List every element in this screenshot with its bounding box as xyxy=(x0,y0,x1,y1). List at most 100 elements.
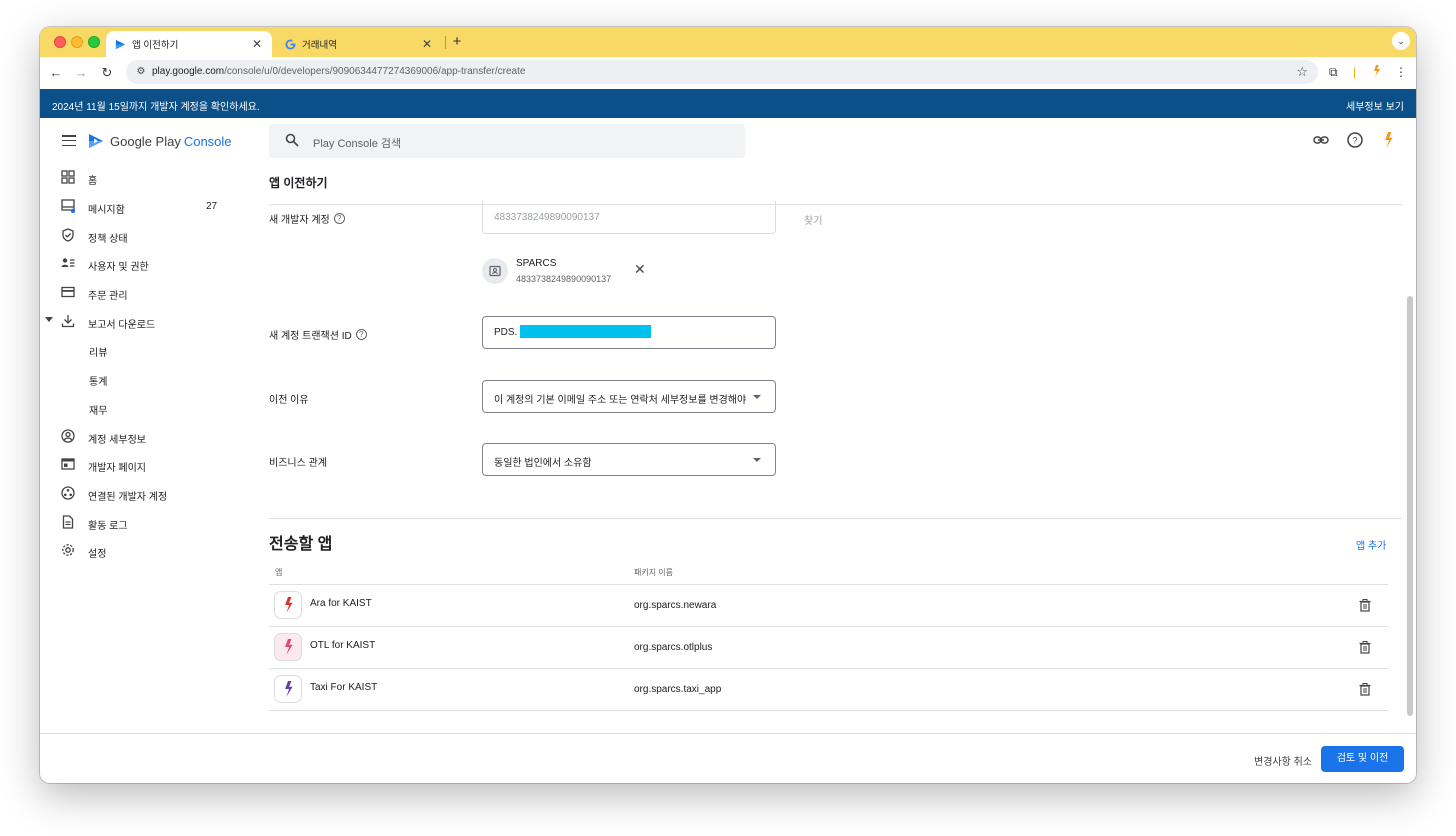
sidebar-item-inbox[interactable]: 메시지함 27 xyxy=(40,193,250,219)
close-tab-icon[interactable]: ✕ xyxy=(420,37,434,51)
avatar[interactable] xyxy=(1378,130,1398,150)
search-placeholder: Play Console 검색 xyxy=(313,138,402,150)
business-relation-select[interactable]: 동일한 법인에서 소유함 xyxy=(482,443,776,476)
web-page-icon xyxy=(61,458,75,470)
inbox-icon xyxy=(61,199,75,213)
review-transfer-button[interactable]: 검토 및 이전 xyxy=(1321,746,1404,772)
sidebar-subitem-finance[interactable]: 재무 xyxy=(89,402,107,417)
sidebar-item-label: 정책 상태 xyxy=(88,234,128,245)
hamburger-menu-icon[interactable] xyxy=(62,135,76,147)
app-name: Ara for KAIST xyxy=(310,598,372,609)
transfer-reason-label: 이전 이유 xyxy=(269,395,309,406)
new-dev-account-label: 새 개발자 계정? xyxy=(269,211,345,226)
help-circle-icon[interactable]: ? xyxy=(355,329,367,340)
find-button[interactable]: 찾기 xyxy=(804,212,822,227)
new-dev-account-field[interactable]: 4833738249890090137 xyxy=(482,201,776,234)
sidebar-item-users[interactable]: 사용자 및 권한 xyxy=(40,250,250,276)
inbox-count: 27 xyxy=(206,201,218,212)
sidebar-item-label: 연결된 개발자 계정 xyxy=(88,492,168,503)
sidebar-item-label: 사용자 및 권한 xyxy=(88,262,149,273)
sidebar-item-reports[interactable]: 보고서 다운로드 xyxy=(40,308,250,334)
link-icon[interactable] xyxy=(1312,131,1330,149)
address-bar[interactable]: ⚙ play.google.com/console/u/0/developers… xyxy=(126,60,1318,84)
extension-sparcs-icon[interactable] xyxy=(1370,65,1382,80)
section-divider xyxy=(269,518,1402,519)
app-name: OTL for KAIST xyxy=(310,640,376,651)
transfer-reason-select[interactable]: 이 계정의 기본 이메일 주소 또는 연락처 세부정보를 변경해야 ... xyxy=(482,380,776,413)
reload-icon[interactable]: ↻ xyxy=(99,65,115,81)
sidebar-item-label: 개발자 페이지 xyxy=(88,463,146,474)
help-icon[interactable]: ? xyxy=(1346,131,1364,149)
site-info-icon[interactable]: ⚙ xyxy=(134,65,148,79)
close-window-button[interactable] xyxy=(54,36,66,48)
new-tab-button[interactable]: + xyxy=(450,32,464,52)
add-app-button[interactable]: 앱 추가 xyxy=(1356,537,1386,552)
expand-caret-icon[interactable] xyxy=(45,317,53,322)
play-console-logo[interactable]: Google Play Console xyxy=(87,131,232,151)
sidebar-item-settings[interactable]: 설정 xyxy=(40,537,250,563)
delete-icon[interactable] xyxy=(1359,641,1371,654)
redaction-block xyxy=(520,325,651,338)
play-console-icon xyxy=(114,38,126,50)
google-g-icon xyxy=(284,38,296,50)
close-tab-icon[interactable]: ✕ xyxy=(250,37,264,51)
profile-divider: | xyxy=(1353,65,1357,79)
extensions-icon[interactable]: ⧉ xyxy=(1329,65,1338,80)
tab-transactions[interactable]: 거래내역 ✕ xyxy=(276,31,442,57)
table-row: Taxi For KAIST org.sparcs.taxi_app xyxy=(269,669,1388,711)
ara-app-icon xyxy=(275,592,301,618)
minimize-window-button[interactable] xyxy=(71,36,83,48)
forward-icon[interactable]: → xyxy=(73,65,89,81)
sidebar-item-label: 설정 xyxy=(88,549,107,560)
help-circle-icon[interactable]: ? xyxy=(333,213,345,224)
sidebar-item-orders[interactable]: 주문 관리 xyxy=(40,279,250,305)
banner-details-link[interactable]: 세부정보 보기 xyxy=(1346,98,1404,113)
url-text: play.google.com/console/u/0/developers/9… xyxy=(152,66,526,77)
sidebar-subitem-stats[interactable]: 통계 xyxy=(89,373,107,388)
search-icon xyxy=(285,133,299,147)
package-name: org.sparcs.newara xyxy=(634,600,717,611)
browser-toolbar: ← → ↻ ⚙ play.google.com/console/u/0/deve… xyxy=(40,57,1416,89)
tab-separator xyxy=(445,36,446,49)
apps-section-title: 전송할 앱 xyxy=(269,536,333,553)
sidebar-item-account-details[interactable]: 계정 세부정보 xyxy=(40,423,250,449)
scrollbar[interactable] xyxy=(1407,296,1413,716)
column-header-package: 패키지 이름 xyxy=(634,568,674,577)
tab-app-transfer[interactable]: 앱 이전하기 ✕ xyxy=(106,31,272,57)
remove-account-icon[interactable]: ✕ xyxy=(634,262,646,276)
browser-menu-icon[interactable]: ⋮ xyxy=(1395,65,1407,79)
sidebar-item-activity-log[interactable]: 활동 로그 xyxy=(40,509,250,535)
footer-bar xyxy=(40,733,1416,783)
transaction-id-input[interactable]: PDS. xyxy=(482,316,776,349)
sidebar-item-home[interactable]: 홈 xyxy=(40,164,250,190)
sidebar-item-label: 주문 관리 xyxy=(88,291,128,302)
chip-account-name: SPARCS xyxy=(516,258,557,269)
svg-text:?: ? xyxy=(1352,136,1357,146)
tab-title: 앱 이전하기 xyxy=(132,40,179,51)
search-box[interactable]: Play Console 검색 xyxy=(269,124,745,158)
document-icon xyxy=(62,515,74,529)
back-icon[interactable]: ← xyxy=(48,65,64,81)
sidebar-item-label: 보고서 다운로드 xyxy=(88,320,156,331)
linked-accounts-icon xyxy=(61,486,75,500)
account-chip-avatar xyxy=(482,258,508,284)
download-icon xyxy=(61,315,75,328)
tab-title: 거래내역 xyxy=(302,40,337,51)
delete-icon[interactable] xyxy=(1359,683,1371,696)
delete-icon[interactable] xyxy=(1359,599,1371,612)
sidebar-subitem-reviews[interactable]: 리뷰 xyxy=(89,344,107,359)
discard-changes-button[interactable]: 변경사항 취소 xyxy=(1254,753,1312,768)
bookmark-star-icon[interactable]: ☆ xyxy=(1296,64,1308,80)
chip-account-id: 4833738249890090137 xyxy=(516,274,612,284)
business-relation-label: 비즈니스 관계 xyxy=(269,458,327,469)
sidebar-item-policy[interactable]: 정책 상태 xyxy=(40,222,250,248)
tab-search-chevron-icon[interactable]: ⌄ xyxy=(1392,32,1410,50)
gear-icon xyxy=(62,544,74,556)
sidebar-item-developer-page[interactable]: 개발자 페이지 xyxy=(40,451,250,477)
table-row: OTL for KAIST org.sparcs.otlplus xyxy=(269,627,1388,669)
grid-icon xyxy=(61,170,75,184)
account-icon xyxy=(61,429,75,443)
zoom-window-button[interactable] xyxy=(88,36,100,48)
sidebar-item-linked-accounts[interactable]: 연결된 개발자 계정 xyxy=(40,480,250,506)
verify-account-banner: 2024년 11월 15일까지 개발자 계정을 확인하세요. 세부정보 보기 xyxy=(40,89,1416,118)
